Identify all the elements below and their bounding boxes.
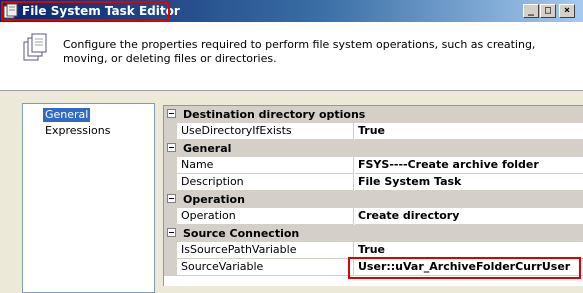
collapse-icon[interactable] [167,194,176,203]
header-panel: Configure the properties required to per… [0,22,583,91]
property-row-description[interactable]: Description File System Task [164,174,583,191]
header-description: Configure the properties required to per… [63,38,536,65]
property-row-sourcevariable[interactable]: SourceVariable User::uVar_ArchiveFolderC… [164,259,583,276]
property-grid[interactable]: Destination directory options UseDirecto… [163,105,583,286]
property-value[interactable]: True [355,123,583,140]
property-value[interactable]: FSYS----Create archive folder [355,157,583,174]
category-general[interactable]: General [164,140,583,157]
property-row-usedirectoryifexists[interactable]: UseDirectoryIfExists True [164,123,583,140]
property-value[interactable]: User::uVar_ArchiveFolderCurrUser [355,259,583,276]
category-label: Operation [183,193,245,206]
category-source-connection[interactable]: Source Connection [164,225,583,242]
property-name: Name [177,157,354,174]
property-row-issourcepathvariable[interactable]: IsSourcePathVariable True [164,242,583,259]
documents-stack-icon [21,33,51,63]
property-row-name[interactable]: Name FSYS----Create archive folder [164,157,583,174]
category-label: General [183,142,232,155]
property-name: Operation [177,208,354,225]
category-operation[interactable]: Operation [164,191,583,208]
property-name: IsSourcePathVariable [177,242,354,259]
category-label: Destination directory options [183,108,366,121]
category-destination-directory-options[interactable]: Destination directory options [164,106,583,123]
navigation-list[interactable]: General Expressions [22,103,155,293]
minimize-icon: _ [527,5,535,16]
nav-item-expressions[interactable]: Expressions [43,124,112,138]
property-value[interactable]: File System Task [355,174,583,191]
collapse-icon[interactable] [167,109,176,118]
property-row-operation[interactable]: Operation Create directory [164,208,583,225]
nav-item-general[interactable]: General [43,108,91,122]
property-value[interactable]: Create directory [355,208,583,225]
property-value[interactable]: True [355,242,583,259]
close-button[interactable]: × [559,4,575,18]
close-icon: × [563,5,571,16]
collapse-icon[interactable] [167,228,176,237]
title-bar[interactable]: File System Task Editor _ □ × [0,0,583,22]
minimize-button[interactable]: _ [523,4,539,18]
property-name: Description [177,174,354,191]
maximize-button[interactable]: □ [540,4,556,18]
property-name: SourceVariable [177,259,354,276]
collapse-icon[interactable] [167,143,176,152]
category-label: Source Connection [183,227,300,240]
maximize-icon: □ [544,5,552,16]
title-highlight-box [1,1,170,21]
property-name: UseDirectoryIfExists [177,123,354,140]
